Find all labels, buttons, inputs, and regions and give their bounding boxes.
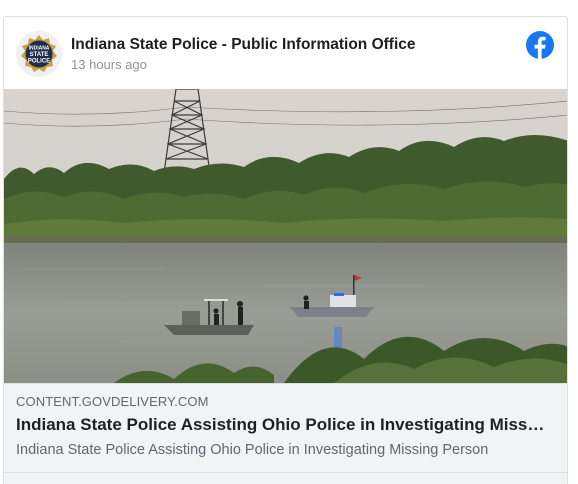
post-timestamp[interactable]: 13 hours ago (71, 57, 147, 72)
facebook-icon[interactable] (526, 31, 554, 59)
link-domain: CONTENT.GOVDELIVERY.COM (16, 394, 209, 409)
card-footer-divider (4, 472, 567, 473)
badge-line-3: POLICE (28, 59, 50, 65)
facebook-post-card: INDIANA STATE POLICE Indiana State Polic… (3, 16, 568, 484)
post-photo[interactable] (4, 89, 567, 383)
river-search-boats-image (4, 89, 567, 383)
link-description: Indiana State Police Assisting Ohio Poli… (16, 442, 489, 458)
link-title[interactable]: Indiana State Police Assisting Ohio Poli… (16, 415, 546, 435)
badge-line-2: STATE (30, 52, 49, 58)
post-header: INDIANA STATE POLICE Indiana State Polic… (4, 17, 567, 89)
state-police-badge-logo: INDIANA STATE POLICE (16, 31, 62, 77)
page-name-link[interactable]: Indiana State Police - Public Informatio… (71, 36, 416, 54)
badge-line-1: INDIANA (29, 46, 50, 52)
link-preview[interactable]: CONTENT.GOVDELIVERY.COM Indiana State Po… (4, 383, 567, 484)
page-avatar[interactable]: INDIANA STATE POLICE (16, 31, 62, 77)
